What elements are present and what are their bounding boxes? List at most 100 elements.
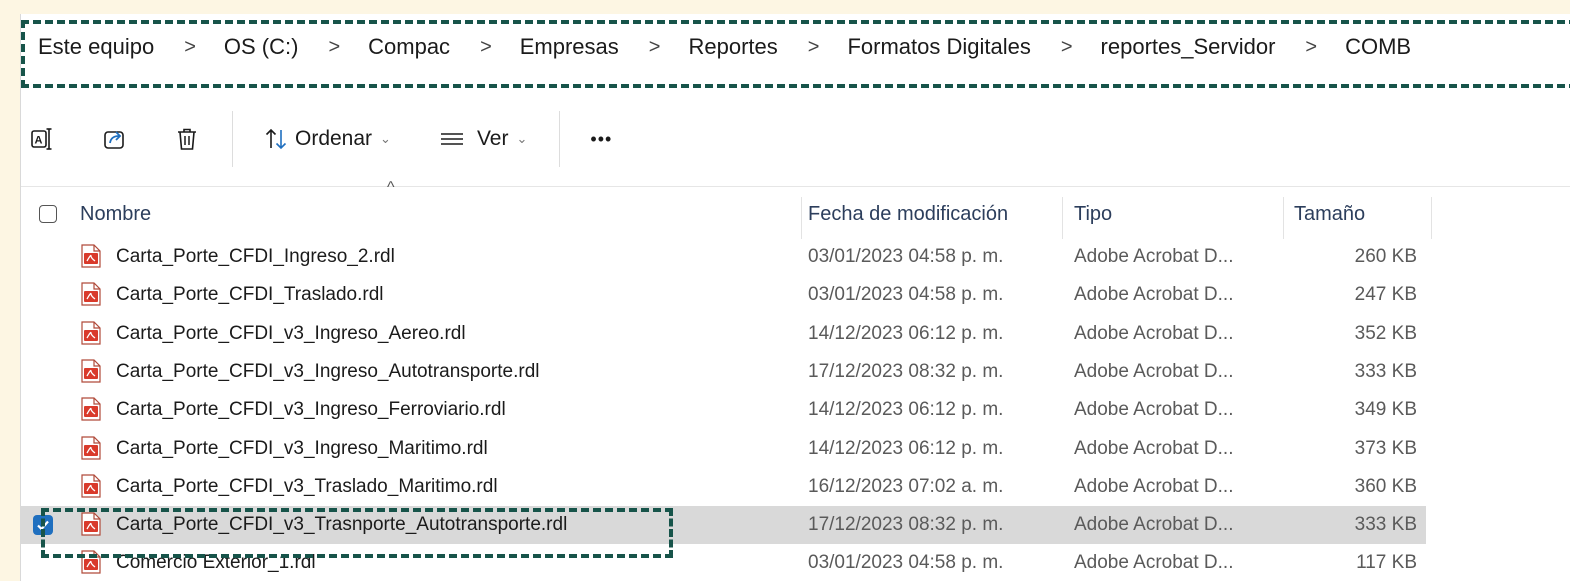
breadcrumb-separator: > — [480, 35, 492, 58]
row-checkbox-checked[interactable] — [33, 515, 53, 536]
file-size: 333 KB — [1354, 514, 1417, 536]
file-date-modified: 14/12/2023 06:12 p. m. — [808, 399, 1004, 421]
file-type: Adobe Acrobat D... — [1074, 246, 1234, 267]
file-row[interactable]: Carta_Porte_CFDI_v3_Ingreso_Autotranspor… — [21, 353, 1426, 391]
column-divider[interactable] — [1431, 197, 1432, 239]
pdf-file-icon — [81, 435, 101, 460]
file-size: 247 KB — [1354, 284, 1417, 306]
breadcrumb-separator: > — [184, 35, 196, 58]
column-header-name[interactable]: Nombre — [80, 187, 151, 241]
pdf-file-icon — [81, 244, 101, 268]
file-name: Carta_Porte_CFDI_v3_Ingreso_Aereo.rdl — [116, 322, 466, 344]
breadcrumb-separator: > — [807, 35, 820, 58]
select-all-checkbox[interactable] — [39, 205, 57, 223]
share-button[interactable] — [102, 126, 128, 152]
file-date-modified: 17/12/2023 08:32 p. m. — [808, 360, 1004, 382]
column-divider[interactable] — [1062, 197, 1063, 239]
share-icon — [104, 131, 124, 149]
rename-button[interactable]: A — [29, 126, 55, 152]
file-name: Carta_Porte_CFDI_Ingreso_2.rdl — [116, 246, 395, 267]
pdf-file-icon — [81, 397, 101, 421]
file-size: 352 KB — [1354, 322, 1417, 344]
file-name: Comercio Exterior_1.rdl — [116, 552, 316, 574]
toolbar-divider — [559, 111, 561, 167]
file-name: Carta_Porte_CFDI_v3_Ingreso_Maritimo.rdl — [116, 437, 488, 459]
file-size: 260 KB — [1354, 246, 1417, 267]
breadcrumb[interactable]: Este equipo > OS (C:) > Compac > Empresa… — [21, 14, 1570, 80]
pdf-file-icon — [81, 320, 101, 345]
file-row[interactable]: Carta_Porte_CFDI_Ingreso_2.rdl 03/01/2023… — [21, 238, 1426, 276]
file-row[interactable]: Comercio Exterior_1.rdl 03/01/2023 04:58 … — [21, 544, 1426, 581]
column-header-size[interactable]: Tamaño — [1294, 187, 1365, 241]
file-date-modified: 03/01/2023 04:58 p. m. — [808, 246, 1004, 267]
pdf-file-icon — [81, 512, 101, 536]
file-row[interactable]: Carta_Porte_CFDI_v3_Ingreso_Aereo.rdl 14/… — [21, 315, 1426, 353]
file-type: Adobe Acrobat D... — [1074, 514, 1234, 536]
breadcrumb-separator: > — [1305, 35, 1318, 58]
breadcrumb-item-os-c[interactable]: OS (C:) — [224, 34, 299, 60]
file-date-modified: 14/12/2023 06:12 p. m. — [808, 437, 1004, 459]
delete-button[interactable] — [174, 126, 200, 152]
pdf-file-icon — [81, 359, 101, 383]
file-type: Adobe Acrobat D... — [1074, 399, 1234, 421]
column-header: ^ Nombre Fecha de modificación Tipo Tama… — [21, 179, 1570, 241]
breadcrumb-item-comb[interactable]: COMB — [1345, 34, 1411, 60]
file-type: Adobe Acrobat D... — [1074, 552, 1234, 574]
more-icon: ••• — [590, 128, 613, 149]
pdf-file-icon — [81, 282, 101, 306]
breadcrumb-item-compac[interactable]: Compac — [368, 34, 450, 60]
breadcrumb-item-reportes-servidor[interactable]: reportes_Servidor — [1101, 34, 1276, 60]
file-type: Adobe Acrobat D... — [1074, 437, 1234, 459]
checkmark-icon — [37, 520, 49, 531]
file-type: Adobe Acrobat D... — [1074, 284, 1234, 306]
file-row[interactable]: Carta_Porte_CFDI_v3_Traslado_Maritimo.rd… — [21, 468, 1426, 506]
file-date-modified: 14/12/2023 06:12 p. m. — [808, 322, 1004, 344]
toolbar-divider — [232, 111, 233, 167]
file-date-modified: 16/12/2023 07:02 a. m. — [808, 475, 1004, 497]
file-size: 349 KB — [1354, 399, 1417, 421]
sort-ascending-icon: ^ — [387, 179, 395, 196]
pdf-file-icon — [81, 474, 101, 498]
column-header-type[interactable]: Tipo — [1074, 187, 1112, 241]
breadcrumb-separator: > — [648, 35, 661, 58]
file-size: 333 KB — [1354, 360, 1417, 382]
trash-icon — [178, 128, 196, 150]
more-options-button[interactable]: ••• — [590, 129, 612, 150]
file-name: Carta_Porte_CFDI_v3_Trasnporte_Autotrans… — [116, 514, 568, 536]
svg-text:A: A — [35, 135, 43, 147]
breadcrumb-item-empresas[interactable]: Empresas — [520, 34, 619, 60]
file-explorer-window: Este equipo > OS (C:) > Compac > Empresa… — [20, 14, 1570, 581]
sort-button[interactable]: Ordenar ⌄ — [263, 126, 391, 152]
view-label: Ver — [476, 127, 509, 150]
breadcrumb-separator: > — [328, 35, 341, 58]
file-date-modified: 03/01/2023 04:58 p. m. — [808, 552, 1004, 574]
sort-arrows-icon — [265, 128, 287, 150]
file-size: 360 KB — [1354, 475, 1417, 497]
file-size: 373 KB — [1354, 437, 1417, 459]
pdf-file-icon — [81, 550, 101, 574]
breadcrumb-separator: > — [1060, 35, 1073, 58]
file-date-modified: 17/12/2023 08:32 p. m. — [808, 514, 1004, 536]
breadcrumb-item-este-equipo[interactable]: Este equipo — [38, 34, 154, 60]
sort-label: Ordenar — [295, 127, 373, 150]
column-divider[interactable] — [801, 197, 802, 239]
chevron-down-icon: ⌄ — [380, 131, 391, 146]
list-view-icon — [440, 133, 463, 145]
file-type: Adobe Acrobat D... — [1074, 475, 1234, 497]
chevron-down-icon: ⌄ — [516, 131, 528, 146]
rename-icon: A — [31, 128, 52, 150]
file-name: Carta_Porte_CFDI_Traslado.rdl — [116, 284, 384, 306]
file-name: Carta_Porte_CFDI_v3_Traslado_Maritimo.rd… — [116, 475, 498, 497]
file-size: 117 KB — [1356, 552, 1417, 574]
column-divider[interactable] — [1283, 197, 1284, 239]
command-toolbar: A Ordenar ⌄ Ver ⌄ ••• — [21, 104, 1570, 174]
breadcrumb-item-formatos-digitales[interactable]: Formatos Digitales — [847, 34, 1030, 60]
file-row[interactable]: Carta_Porte_CFDI_v3_Trasnporte_Autotrans… — [21, 506, 1426, 545]
breadcrumb-item-reportes[interactable]: Reportes — [688, 34, 777, 60]
file-row[interactable]: Carta_Porte_CFDI_Traslado.rdl 03/01/2023 … — [21, 276, 1426, 314]
column-header-date[interactable]: Fecha de modificación — [808, 187, 1008, 241]
file-row[interactable]: Carta_Porte_CFDI_v3_Ingreso_Maritimo.rdl… — [21, 430, 1426, 468]
file-row[interactable]: Carta_Porte_CFDI_v3_Ingreso_Ferroviario.… — [21, 391, 1426, 429]
view-button[interactable]: Ver ⌄ — [439, 126, 527, 152]
file-name: Carta_Porte_CFDI_v3_Ingreso_Ferroviario.… — [116, 399, 506, 421]
